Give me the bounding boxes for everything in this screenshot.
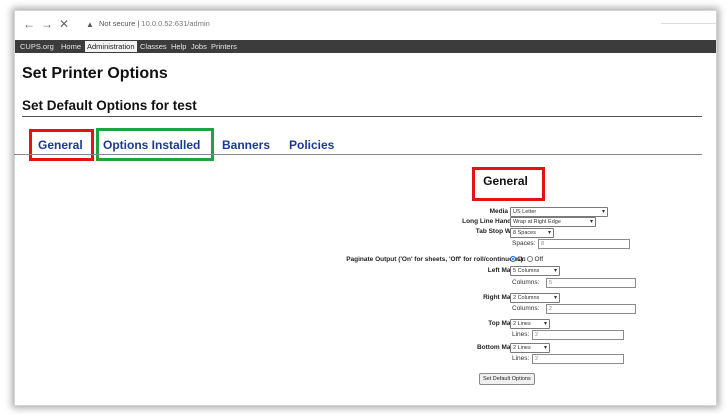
url-text: 10.0.0.52:631/admin bbox=[141, 19, 210, 28]
left-margin-columns-input[interactable]: 5 bbox=[546, 278, 636, 288]
back-icon[interactable]: ← bbox=[23, 17, 35, 31]
tab-banners[interactable]: Banners bbox=[222, 138, 270, 152]
right-margin-select[interactable]: 2 Columns ▾ bbox=[510, 293, 560, 303]
nav-jobs[interactable]: Jobs bbox=[189, 41, 209, 52]
left-margin-select[interactable]: 5 Columns ▾ bbox=[510, 266, 560, 276]
nav-printers[interactable]: Printers bbox=[209, 41, 239, 52]
left-margin-columns-label: Columns: bbox=[512, 279, 540, 286]
tabs-divider bbox=[14, 154, 702, 155]
paginate-radio-group: On Off bbox=[510, 256, 543, 263]
paginate-on-radio[interactable]: On bbox=[510, 256, 526, 263]
chevron-down-icon: ▾ bbox=[601, 209, 605, 215]
chevron-down-icon: ▾ bbox=[553, 268, 557, 274]
chevron-down-icon: ▾ bbox=[553, 295, 557, 301]
bottom-margin-lines-label: Lines: bbox=[512, 355, 530, 362]
cups-nav-bar: CUPS.org Home Administration Classes Hel… bbox=[15, 40, 716, 53]
tab-policies[interactable]: Policies bbox=[289, 138, 334, 152]
top-margin-lines-input[interactable]: 2 bbox=[532, 330, 624, 340]
paginate-off-radio[interactable]: Off bbox=[527, 256, 543, 263]
nav-classes[interactable]: Classes bbox=[138, 41, 169, 52]
radio-on-icon bbox=[510, 256, 516, 262]
address-bar-divider bbox=[661, 23, 716, 24]
chevron-down-icon: ▾ bbox=[589, 219, 593, 225]
right-margin-columns-input[interactable]: 2 bbox=[546, 304, 636, 314]
chevron-down-icon: ▾ bbox=[547, 230, 551, 236]
section-title: General bbox=[483, 174, 528, 188]
tab-options-installed[interactable]: Options Installed bbox=[103, 138, 200, 152]
long-line-select[interactable]: Wrap at Right Edge ▾ bbox=[510, 217, 596, 227]
tab-general[interactable]: General bbox=[38, 138, 83, 152]
chevron-down-icon: ▾ bbox=[543, 345, 547, 351]
subtitle-divider bbox=[22, 116, 702, 117]
tab-stop-spaces-label: Spaces: bbox=[512, 240, 536, 247]
media-size-select[interactable]: US Letter ▾ bbox=[510, 207, 608, 217]
tab-stop-select[interactable]: 8 Spaces ▾ bbox=[510, 228, 554, 238]
nav-cups-org[interactable]: CUPS.org bbox=[18, 41, 56, 52]
tab-stop-spaces-input[interactable]: 8 bbox=[538, 239, 630, 249]
security-label: Not secure bbox=[99, 19, 136, 28]
radio-off-icon bbox=[527, 256, 534, 262]
warning-icon: ▲ bbox=[86, 20, 94, 29]
bottom-margin-lines-input[interactable]: 2 bbox=[532, 354, 624, 364]
page-title: Set Printer Options bbox=[22, 65, 168, 82]
paginate-label: Paginate Output ('On' for sheets, 'Off' … bbox=[346, 256, 525, 263]
right-margin-columns-label: Columns: bbox=[512, 305, 540, 312]
address-bar: ← → ✕ ▲ Not secure | 10.0.0.52:631/admin bbox=[15, 11, 716, 38]
nav-help[interactable]: Help bbox=[169, 41, 188, 52]
nav-home[interactable]: Home bbox=[59, 41, 83, 52]
close-icon[interactable]: ✕ bbox=[59, 17, 69, 31]
url-field[interactable]: Not secure | 10.0.0.52:631/admin bbox=[99, 19, 210, 28]
top-margin-select[interactable]: 2 Lines ▾ bbox=[510, 319, 550, 329]
forward-icon[interactable]: → bbox=[41, 17, 53, 31]
nav-administration[interactable]: Administration bbox=[85, 41, 137, 52]
chevron-down-icon: ▾ bbox=[543, 321, 547, 327]
set-default-options-button[interactable]: Set Default Options bbox=[479, 373, 535, 385]
bottom-margin-select[interactable]: 2 Lines ▾ bbox=[510, 343, 550, 353]
top-margin-lines-label: Lines: bbox=[512, 331, 530, 338]
url-separator: | bbox=[137, 19, 140, 28]
page-subtitle: Set Default Options for test bbox=[22, 98, 197, 113]
